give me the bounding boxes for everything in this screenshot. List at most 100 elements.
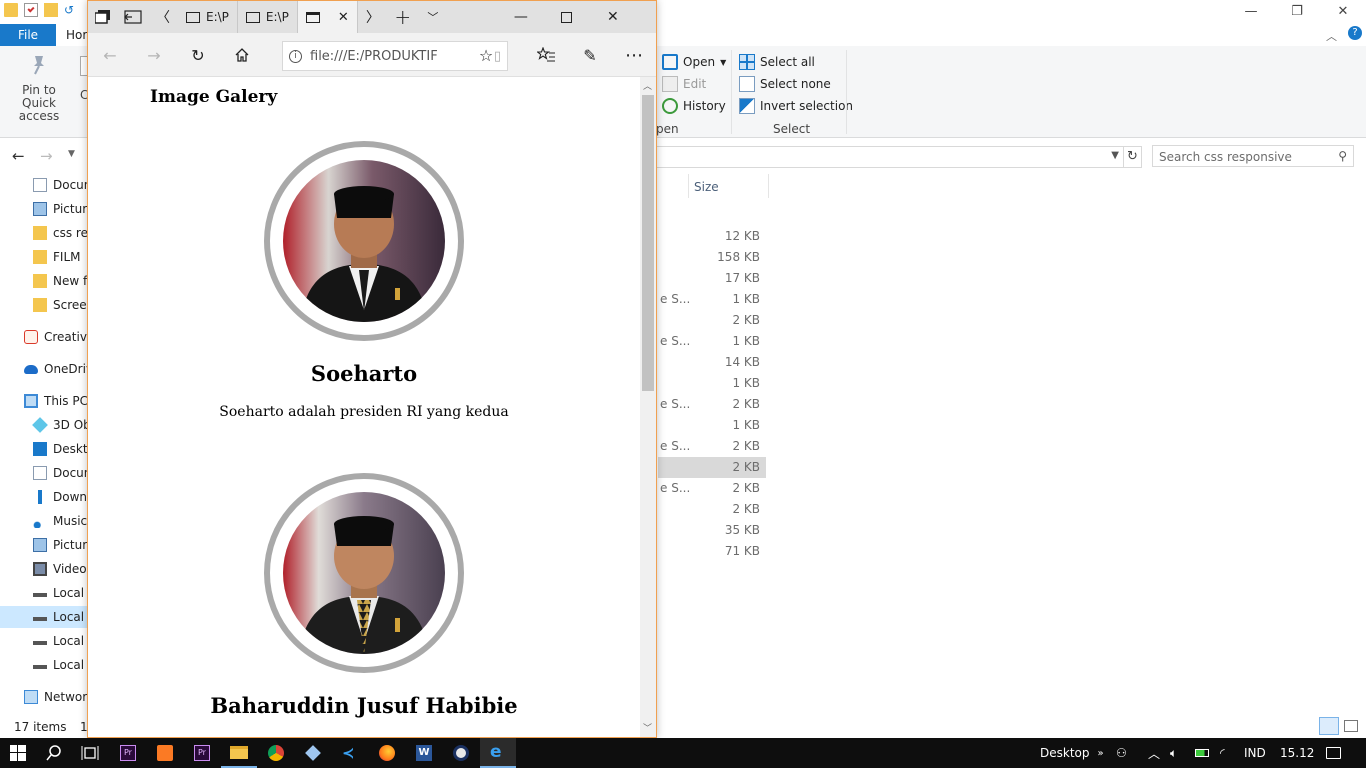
invert-selection-button[interactable]: Invert selection [739,96,853,116]
details-view-icon[interactable] [1319,717,1339,735]
premiere-icon[interactable]: Pr [110,738,146,768]
sidebar-item[interactable]: Local D [0,582,88,604]
file-size-cell[interactable]: 12 KB [690,226,760,247]
file-size-cell[interactable]: 1 KB [690,373,760,394]
tab-close-icon[interactable]: ✕ [338,10,349,25]
task-view-icon[interactable] [72,738,108,768]
history-button[interactable]: History [662,96,726,116]
search-input[interactable]: Search css responsive ⚲ [1152,145,1354,167]
file-size-cell[interactable]: 2 KB [690,499,760,520]
search-icon[interactable] [36,738,72,768]
file-size-cell[interactable]: 2 KB [690,310,760,331]
wifi-icon[interactable]: ◜ [1220,738,1225,768]
favorite-star-icon[interactable]: ☆ [470,39,502,71]
properties-icon[interactable] [24,3,38,17]
new-folder-icon[interactable] [44,3,58,17]
help-icon[interactable]: ? [1348,26,1362,40]
refresh-icon[interactable]: ↻ [1124,146,1142,168]
address-bar[interactable]: ▼ [656,146,1124,168]
start-button[interactable] [0,738,36,768]
home-icon[interactable] [226,39,258,71]
file-size-cell[interactable]: 2 KB [690,394,760,415]
collapse-ribbon-icon[interactable]: ︿ [1326,28,1337,44]
file-size-cell[interactable]: 1 KB [690,331,760,352]
maximize-button[interactable] [544,1,590,33]
close-button[interactable]: ✕ [590,1,636,33]
language-indicator[interactable]: IND [1244,738,1266,768]
back-icon[interactable]: ← [94,39,126,71]
pin-quick-access-button[interactable]: Pin to Quick access [6,54,72,123]
sidebar-item[interactable]: Docun [0,174,88,196]
people-icon[interactable]: ⚇ [1116,738,1127,768]
file-size-cell[interactable]: 35 KB [690,520,760,541]
box-icon[interactable] [295,738,331,768]
tab-1[interactable]: E:\P [178,1,238,33]
scroll-up-icon[interactable]: ︿ [643,79,652,92]
restore-button[interactable]: ❐ [1274,0,1320,22]
file-size-cell[interactable]: 1 KB [690,289,760,310]
size-column-header[interactable]: Size [694,180,719,194]
select-all-button[interactable]: Select all [739,52,853,72]
tab-list-chevron-icon[interactable]: ﹀ [418,1,448,33]
file-size-cell[interactable]: 1 KB [690,415,760,436]
select-none-button[interactable]: Select none [739,74,853,94]
obs-icon[interactable] [443,738,479,768]
undo-icon[interactable]: ↺ [64,3,78,17]
forward-icon[interactable]: → [138,39,170,71]
file-size-cell[interactable]: 158 KB [690,247,760,268]
web-note-icon[interactable]: ✎ [574,39,606,71]
premiere-icon[interactable]: Pr [184,738,220,768]
back-icon[interactable]: ← [12,147,25,165]
chrome-icon[interactable] [258,738,294,768]
sidebar-item[interactable]: Local D [0,654,88,676]
favorites-hub-icon[interactable] [530,39,562,71]
recent-locations-icon[interactable]: ▼ [68,149,75,159]
clock[interactable]: 15.12 [1280,738,1314,768]
minimize-button[interactable]: — [1228,0,1274,22]
sidebar-item[interactable]: Network [0,686,88,708]
xampp-icon[interactable] [147,738,183,768]
vertical-scrollbar[interactable]: ︿ ﹀ [640,77,656,737]
file-size-cell[interactable]: 2 KB [690,457,760,478]
scrollbar-thumb[interactable] [642,95,654,391]
file-size-cell[interactable]: 2 KB [690,436,760,457]
forward-icon[interactable]: → [40,147,53,165]
tab-2[interactable]: E:\P [238,1,298,33]
battery-icon[interactable] [1195,738,1209,768]
chevron-down-icon[interactable]: ▼ [1111,150,1119,161]
sidebar-item[interactable]: Local D [0,606,88,628]
action-center-icon[interactable] [1326,738,1341,768]
open-button[interactable]: Open ▼ [662,52,726,72]
word-icon[interactable]: W [406,738,442,768]
sidebar-item[interactable]: Local D [0,630,88,652]
file-size-cell[interactable]: 17 KB [690,268,760,289]
vscode-icon[interactable]: ≺ [332,738,368,768]
firefox-icon[interactable] [369,738,405,768]
folder-icon[interactable] [4,3,18,17]
network-icon [24,690,38,704]
show-hidden-icons-icon[interactable]: ︿ [1148,738,1160,768]
desktop-toolbar[interactable]: Desktop » [1040,738,1104,768]
more-icon[interactable]: ⋯ [618,39,650,71]
file-size-cell[interactable]: 71 KB [690,541,760,562]
close-button[interactable]: ✕ [1320,0,1366,22]
volume-icon[interactable]: 🔈︎ [1170,738,1177,768]
tab-active[interactable]: ✕ [297,1,358,33]
file-size-cell[interactable]: 14 KB [690,352,760,373]
edge-icon[interactable]: e [480,738,516,768]
scroll-down-icon[interactable]: ﹀ [643,721,652,734]
tab-preview-icon[interactable] [118,1,148,33]
set-aside-tabs-icon[interactable] [88,1,118,33]
file-size-cell[interactable]: 2 KB [690,478,760,499]
large-icons-view-icon[interactable] [1344,720,1358,732]
sidebar-item[interactable]: Picture [0,198,88,220]
edit-button[interactable]: Edit [662,74,726,94]
scroll-tabs-right-icon[interactable]: 〉 [358,1,388,33]
scroll-tabs-left-icon[interactable]: 〈 [148,1,178,33]
refresh-icon[interactable]: ↻ [182,39,214,71]
new-tab-icon[interactable]: + [388,1,418,33]
file-explorer-icon[interactable] [221,738,257,768]
minimize-button[interactable]: — [498,1,544,33]
home-tab[interactable]: Hor [66,28,87,42]
file-tab[interactable]: File [0,24,56,46]
